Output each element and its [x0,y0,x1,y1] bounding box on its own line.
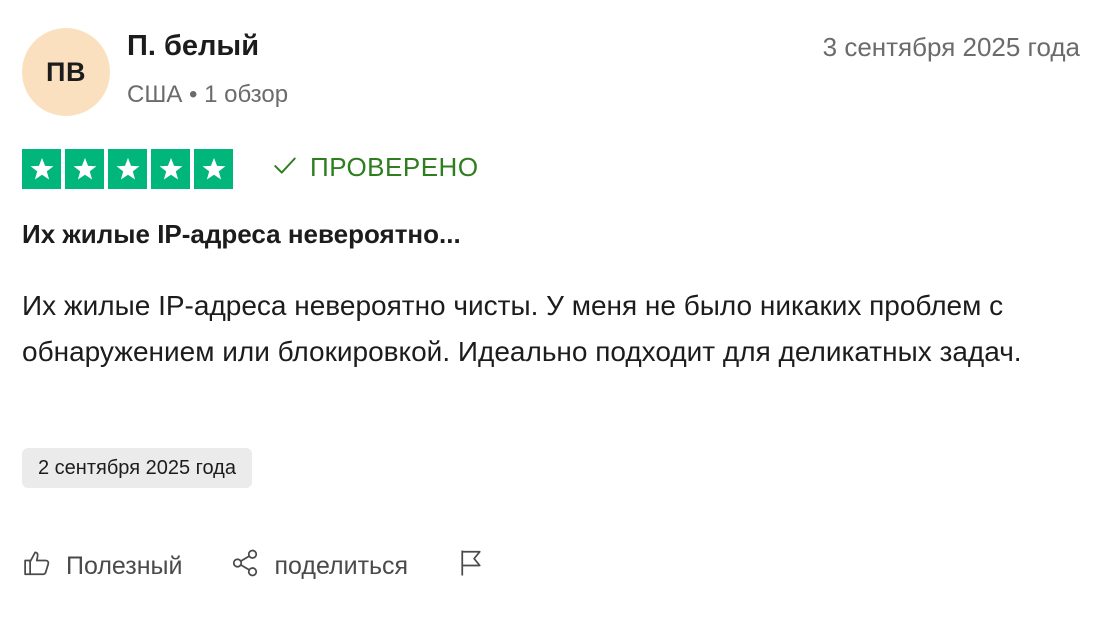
review-card: ПВ П. белый США • 1 обзор 3 сентября 202… [0,0,1112,618]
helpful-label: Полезный [66,552,183,580]
review-actions: Полезный поделиться [22,548,486,585]
share-button[interactable]: поделиться [230,548,408,585]
avatar[interactable]: ПВ [22,28,110,116]
star-icon [151,149,190,189]
author-name[interactable]: П. белый [127,30,259,63]
review-title[interactable]: Их жилые IP-адреса невероятно... [22,219,461,250]
helpful-button[interactable]: Полезный [22,548,182,585]
avatar-initials: ПВ [46,56,86,87]
star-icon [108,149,147,189]
star-icon [22,149,61,189]
author-meta: США • 1 обзор [127,81,289,108]
verified-label: ПРОВЕРЕНО [310,152,479,182]
share-icon [230,548,260,585]
report-button[interactable] [456,548,486,585]
star-icon [65,149,104,189]
share-label: поделиться [274,552,409,580]
review-body: Их жилые IP-адреса невероятно чисты. У м… [22,290,1022,367]
check-icon [272,152,298,183]
experience-date-badge: 2 сентября 2025 года [22,448,252,488]
star-rating [22,149,233,189]
review-date: 3 сентября 2025 года [822,32,1080,62]
verified-badge[interactable]: ПРОВЕРЕНО [272,152,479,183]
thumbs-up-icon [22,548,52,585]
flag-icon [456,548,486,585]
star-icon [194,149,233,189]
experience-date: 2 сентября 2025 года [38,456,236,479]
